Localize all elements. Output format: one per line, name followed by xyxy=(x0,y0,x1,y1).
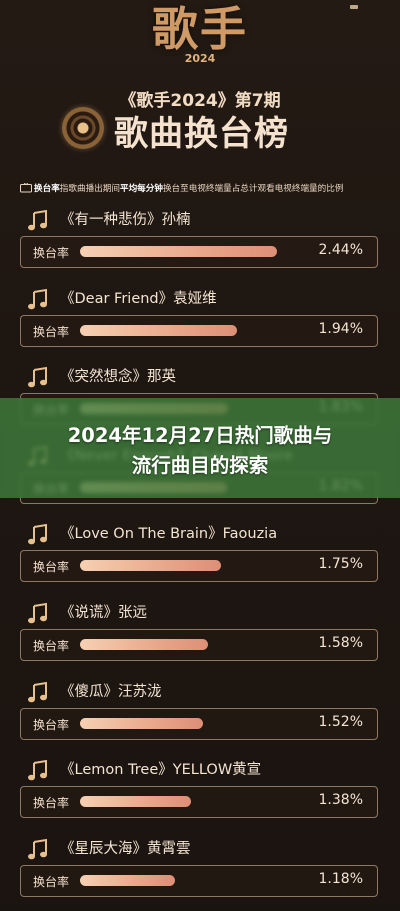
definition-note: 换台率指歌曲播出期间平均每分钟换台至电视终端量占总计观看电视终端量的比例 xyxy=(20,182,390,194)
bar xyxy=(80,717,203,729)
bar-track: 换台率 1.38% xyxy=(20,786,378,819)
bar-row: 《Lemon Tree》YELLOW黄宣换台率 1.38% xyxy=(0,752,400,832)
banner-line-1: 2024年12月27日热门歌曲与 xyxy=(67,424,333,447)
value-label: 1.38% xyxy=(318,792,363,809)
bar-row: 《星辰大海》黄霄雲换台率 1.18% xyxy=(0,831,400,911)
show-logo: 歌手 2024 xyxy=(0,0,400,78)
value-label: 2.44% xyxy=(318,242,363,258)
bar-row: 《有一种悲伤》孙楠换台率 2.44% xyxy=(0,202,400,282)
music-note-icon xyxy=(28,288,47,309)
music-note-icon xyxy=(28,524,47,545)
song-title: 《Lemon Tree》YELLOW黄宣 xyxy=(60,762,262,779)
music-note-icon xyxy=(28,209,47,231)
song-title: 《说谎》张远 xyxy=(60,605,147,621)
metric-label: 换台率 xyxy=(33,796,70,811)
bar-track: 换台率 1.18% xyxy=(20,864,378,897)
metric-label: 换台率 xyxy=(33,717,70,732)
value-label: 1.58% xyxy=(318,635,363,651)
bar-track: 换台率 1.52% xyxy=(20,707,378,740)
chart-page: 歌手 2024 《歌手2024》第7期 歌曲换台榜 换台率指歌曲播出期间平均每分… xyxy=(0,0,400,904)
metric-label: 换台率 xyxy=(33,639,70,653)
bar-row: 《Dear Friend》袁娅维换台率 1.94% xyxy=(0,281,400,361)
bar-track: 换台率 2.44% xyxy=(20,236,378,268)
bar-row: 《说谎》张远换台率 1.58% xyxy=(0,595,400,675)
metric-label: 换台率 xyxy=(33,874,70,889)
chart-headline: 歌曲换台榜 xyxy=(114,114,289,154)
bar xyxy=(80,560,222,572)
bar xyxy=(80,324,237,336)
bar xyxy=(80,639,208,650)
bar-track: 换台率 1.75% xyxy=(20,550,378,583)
tv-icon xyxy=(20,183,32,193)
song-title: 《Love On The Brain》Faouzia xyxy=(60,526,278,543)
value-label: 1.18% xyxy=(318,870,363,887)
song-title: 《傻瓜》汪苏泷 xyxy=(60,683,162,700)
metric-label: 换台率 xyxy=(33,246,70,260)
music-note-icon xyxy=(28,838,47,860)
note-bold: 平均每分钟 xyxy=(119,184,163,194)
bar xyxy=(80,796,192,808)
bar-track: 换台率 1.58% xyxy=(20,629,378,661)
title-banner: 2024年12月27日热门歌曲与 流行曲目的探索 xyxy=(0,398,400,498)
music-note-icon xyxy=(28,681,47,702)
value-label: 1.75% xyxy=(318,556,363,573)
note-text-1: 指歌曲播出期间 xyxy=(59,184,120,194)
banner-line-2: 流行曲目的探索 xyxy=(131,454,269,477)
corner-mark xyxy=(350,5,358,9)
metric-label: 换台率 xyxy=(33,560,70,575)
song-title: 《星辰大海》黄霄雲 xyxy=(60,840,191,857)
bar-row: 《Love On The Brain》Faouzia 换台率 1.75% xyxy=(0,516,400,596)
banner-title: 2024年12月27日热门歌曲与 流行曲目的探索 xyxy=(0,421,400,481)
note-term: 换台率 xyxy=(34,184,60,194)
music-note-icon xyxy=(28,760,47,781)
value-label: 1.52% xyxy=(318,713,363,730)
logo-title: 歌手 xyxy=(152,2,248,56)
bar xyxy=(80,874,176,886)
bar xyxy=(80,246,277,257)
metric-label: 换台率 xyxy=(33,324,70,339)
logo-year: 2024 xyxy=(184,52,216,65)
note-text-2: 换台至电视终端量占总计观看电视终端量的比例 xyxy=(162,184,344,194)
song-title: 《突然想念》那英 xyxy=(60,369,176,386)
song-title: 《有一种悲伤》孙楠 xyxy=(60,212,191,228)
music-note-icon xyxy=(28,602,47,624)
vinyl-record-icon xyxy=(62,107,104,149)
bar-track: 换台率 1.94% xyxy=(20,314,378,347)
music-note-icon xyxy=(28,367,47,388)
song-title: 《Dear Friend》袁娅维 xyxy=(60,290,217,307)
value-label: 1.94% xyxy=(318,320,363,337)
bar-row: 《傻瓜》汪苏泷换台率 1.52% xyxy=(0,674,400,754)
